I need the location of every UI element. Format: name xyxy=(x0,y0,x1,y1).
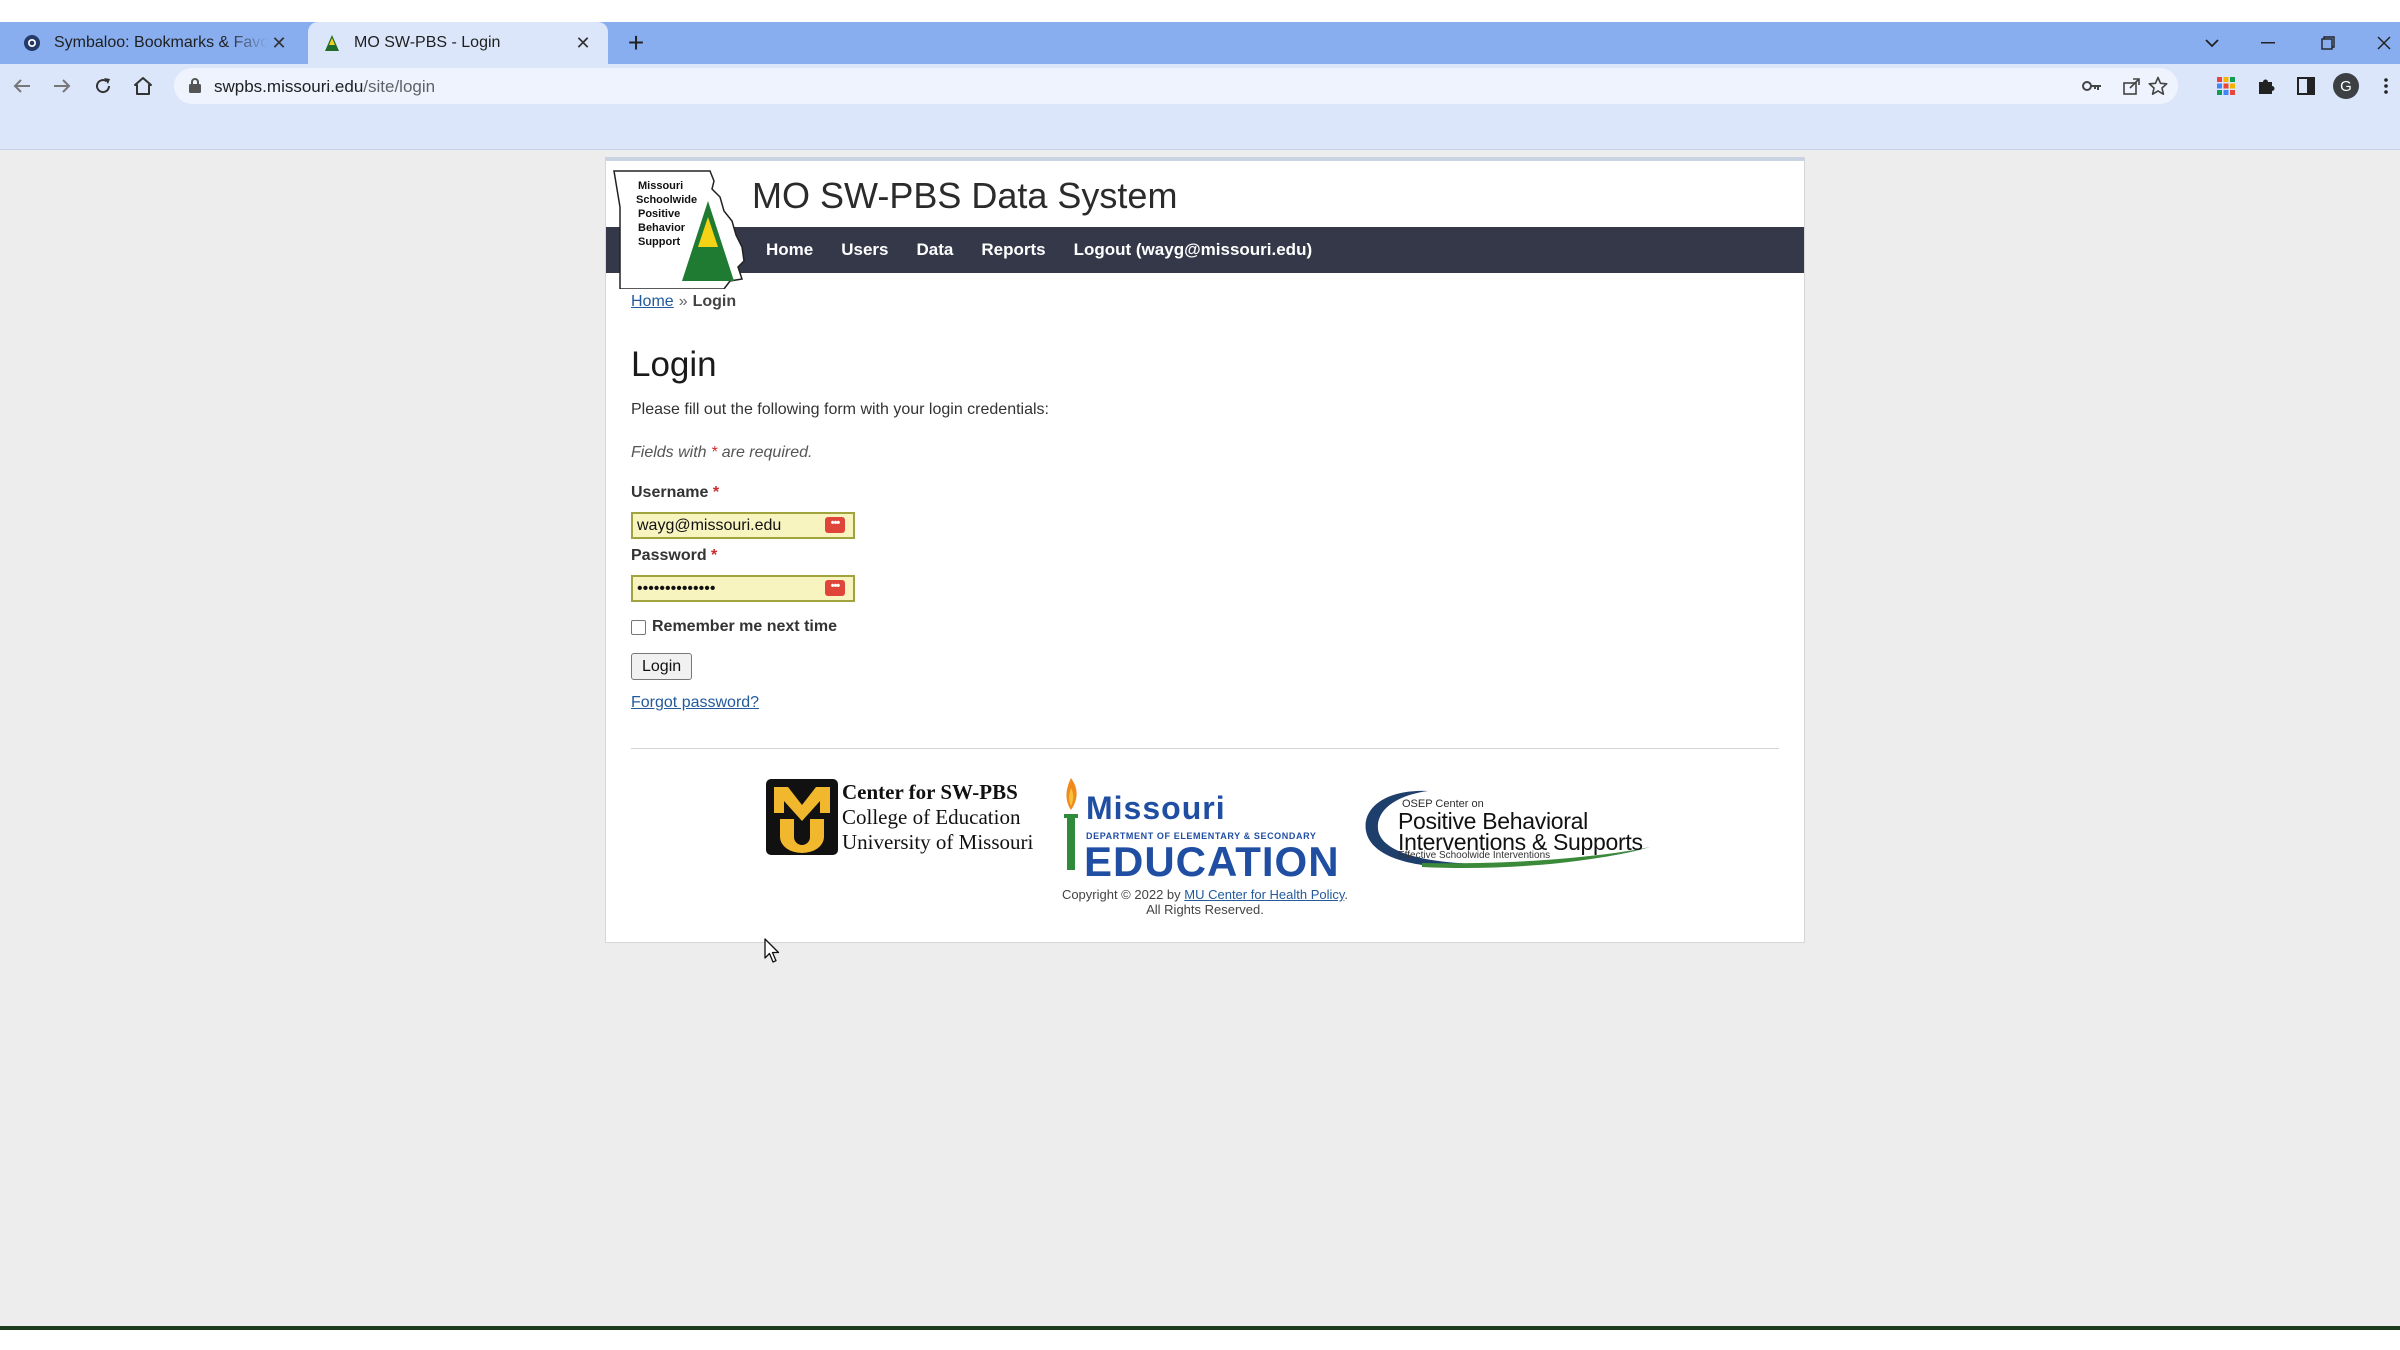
forward-arrow-icon[interactable] xyxy=(44,68,80,104)
copyright-suffix: . xyxy=(1344,887,1349,902)
breadcrumb: Home» Login xyxy=(631,293,736,311)
main-nav: Home Users Data Reports Logout (wayg@mis… xyxy=(606,227,1804,273)
page-title: Login xyxy=(631,345,717,384)
mu-line-1: Center for SW-PBS xyxy=(842,779,1018,804)
symbaloo-favicon-icon xyxy=(22,33,42,53)
url-text[interactable]: swpbs.missouri.edu/site/login xyxy=(214,77,435,97)
footer-divider xyxy=(631,748,1779,749)
browser-menu-kebab-icon[interactable] xyxy=(2372,72,2400,100)
password-label: Password * xyxy=(631,547,717,565)
required-note-after: are required. xyxy=(721,444,813,461)
password-label-text: Password xyxy=(631,547,707,564)
dese-education-text: EDUCATION xyxy=(1084,838,1340,885)
bookmark-star-icon[interactable] xyxy=(2144,72,2172,100)
password-input[interactable] xyxy=(631,575,855,602)
restore-icon[interactable] xyxy=(2300,22,2356,64)
copyright-line: Copyright © 2022 by MU Center for Health… xyxy=(606,887,1804,902)
mouse-cursor-icon xyxy=(764,938,780,963)
username-label: Username * xyxy=(631,484,719,502)
minimize-icon[interactable] xyxy=(2240,22,2296,64)
password-manager-icon[interactable]: ••• xyxy=(825,580,845,596)
remember-me-checkbox[interactable] xyxy=(631,619,646,635)
extensions-puzzle-icon[interactable] xyxy=(2252,72,2280,100)
mu-center-logo[interactable]: Center for SW-PBS College of Education U… xyxy=(766,779,1033,855)
missouri-dese-logo[interactable]: Missouri DEPARTMENT OF ELEMENTARY & SECO… xyxy=(1056,776,1339,885)
copyright: Copyright © 2022 by MU Center for Health… xyxy=(606,887,1804,917)
tab-symbaloo[interactable]: Symbaloo: Bookmarks & Favorites ✕ xyxy=(8,22,304,64)
browser-toolbar: swpbs.missouri.edu/site/login G xyxy=(0,64,2400,108)
apps-grid-icon[interactable] xyxy=(2212,72,2240,100)
mizzou-mu-icon xyxy=(766,779,838,855)
swpbs-logo[interactable]: Missouri Schoolwide Positive Behavior Su… xyxy=(610,167,748,289)
lock-icon[interactable] xyxy=(188,77,202,99)
url-path: /site/login xyxy=(363,77,436,96)
remember-me-label: Remember me next time xyxy=(652,618,837,635)
rights-reserved: All Rights Reserved. xyxy=(1146,902,1264,917)
required-asterisk: * xyxy=(711,547,718,564)
required-asterisk: * xyxy=(711,444,718,461)
site-title: MO SW-PBS Data System xyxy=(752,175,1178,216)
side-panel-icon[interactable] xyxy=(2292,72,2320,100)
pbis-tagline: Effective Schoolwide Interventions xyxy=(1398,850,1551,861)
login-instructions: Please fill out the following form with … xyxy=(631,401,1049,418)
mu-line-3: University of Missouri xyxy=(842,829,1034,854)
url-host: swpbs.missouri.edu xyxy=(214,77,364,96)
tab-mo-swpbs-login[interactable]: MO SW-PBS - Login ✕ xyxy=(308,22,608,64)
screen-top-strip xyxy=(0,0,2400,22)
login-button[interactable]: Login xyxy=(631,653,693,680)
dese-missouri-text: Missouri xyxy=(1086,790,1226,826)
profile-initial: G xyxy=(2333,73,2359,99)
trademark-mark: ™ xyxy=(1330,866,1336,872)
breadcrumb-current: Login xyxy=(692,293,737,310)
page-container: Missouri Schoolwide Positive Behavior Su… xyxy=(605,157,1805,943)
swpbs-favicon-icon xyxy=(322,33,342,53)
address-bar[interactable]: swpbs.missouri.edu/site/login xyxy=(174,68,2178,104)
logo-line-3: Positive xyxy=(638,208,680,220)
logo-line-2: Schoolwide xyxy=(636,194,697,206)
breadcrumb-separator: » xyxy=(678,293,688,310)
torch-icon xyxy=(1064,778,1078,870)
nav-users[interactable]: Users xyxy=(841,240,888,260)
close-window-icon[interactable] xyxy=(2356,22,2400,64)
share-icon[interactable] xyxy=(2118,72,2146,100)
logo-line-1: Missouri xyxy=(638,180,683,192)
close-tab-icon[interactable]: ✕ xyxy=(572,32,594,54)
screen: Symbaloo: Bookmarks & Favorites ✕ MO SW-… xyxy=(0,0,2400,1350)
reload-icon[interactable] xyxy=(85,68,121,104)
password-manager-icon[interactable]: ••• xyxy=(825,517,845,533)
bookmarks-bar xyxy=(0,108,2400,150)
remember-me[interactable]: Remember me next time xyxy=(631,618,837,636)
tab-title: MO SW-PBS - Login xyxy=(354,34,501,51)
back-arrow-icon[interactable] xyxy=(4,68,40,104)
nav-home[interactable]: Home xyxy=(766,240,813,260)
logo-line-5: Support xyxy=(638,236,680,248)
nav-logout[interactable]: Logout (wayg@missouri.edu) xyxy=(1074,240,1313,260)
tab-strip: Symbaloo: Bookmarks & Favorites ✕ MO SW-… xyxy=(0,22,2400,64)
mu-line-2: College of Education xyxy=(842,804,1021,829)
new-tab-plus-icon[interactable]: + xyxy=(622,29,650,58)
tab-search-chevron-icon[interactable] xyxy=(2184,22,2240,64)
required-note: Fields with * are required. xyxy=(631,444,812,462)
close-tab-icon[interactable]: ✕ xyxy=(268,32,290,54)
breadcrumb-home-link[interactable]: Home xyxy=(631,293,674,310)
logo-line-4: Behavior xyxy=(638,222,686,234)
required-note-before: Fields with xyxy=(631,444,707,461)
screen-bottom-strip xyxy=(0,1330,2400,1350)
nav-data[interactable]: Data xyxy=(917,240,954,260)
tab-title: Symbaloo: Bookmarks & Favorites xyxy=(54,34,268,51)
forgot-password-link[interactable]: Forgot password? xyxy=(631,694,759,712)
password-key-icon[interactable] xyxy=(2078,72,2106,100)
pbis-logo[interactable]: OSEP Center on Positive Behavioral Inter… xyxy=(1362,787,1652,869)
copyright-prefix: Copyright © 2022 by xyxy=(1061,887,1181,902)
home-icon[interactable] xyxy=(125,68,161,104)
mu-health-policy-link[interactable]: MU Center for Health Policy xyxy=(1184,887,1344,902)
nav-reports[interactable]: Reports xyxy=(981,240,1045,260)
username-input[interactable] xyxy=(631,512,855,539)
username-label-text: Username xyxy=(631,484,709,501)
required-asterisk: * xyxy=(712,484,720,501)
profile-avatar[interactable]: G xyxy=(2332,72,2360,100)
